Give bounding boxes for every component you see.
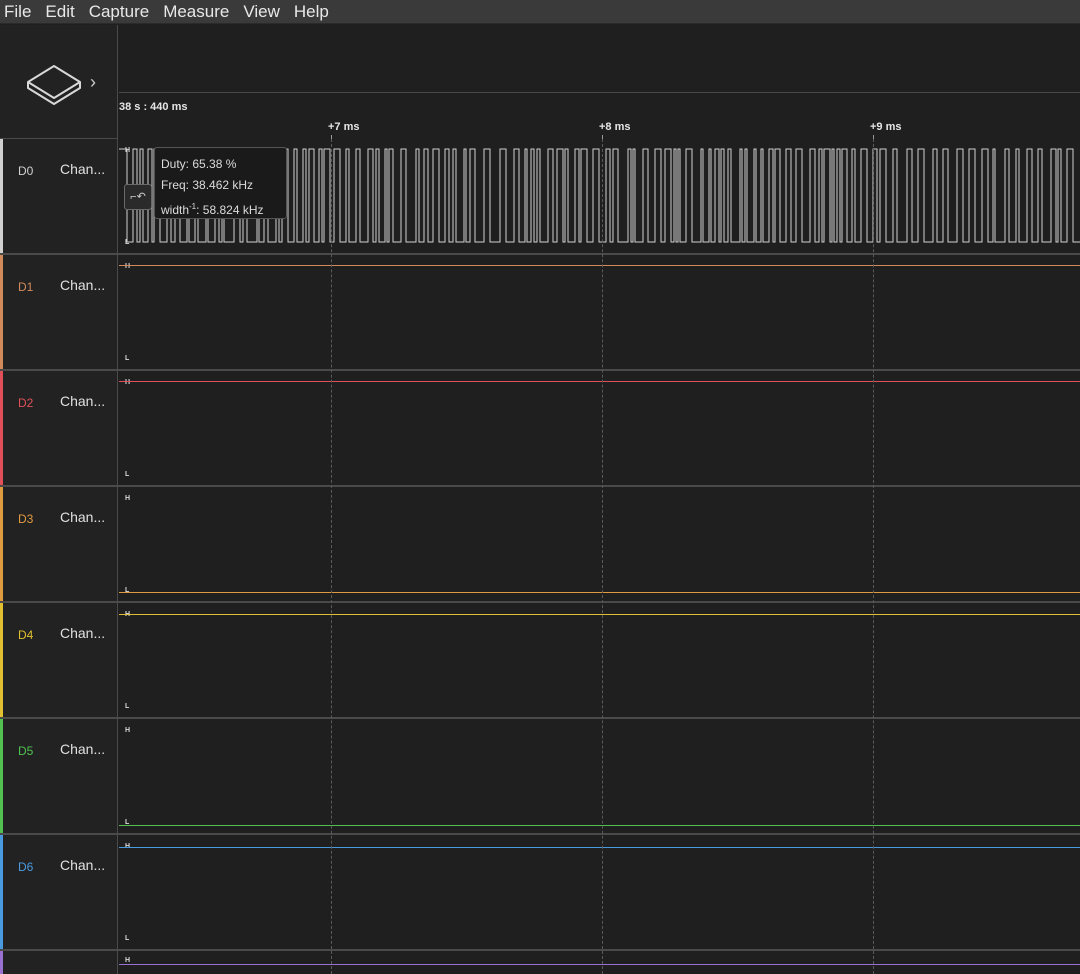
level-low-marker: L xyxy=(125,935,130,942)
time-origin-label: 38 s : 440 ms xyxy=(119,101,188,113)
d6-signal-line xyxy=(119,847,1080,848)
menu-edit[interactable]: Edit xyxy=(45,0,81,24)
menu-capture[interactable]: Capture xyxy=(89,0,156,24)
menu-file[interactable]: File xyxy=(4,0,38,24)
menu-bar: File Edit Capture Measure View Help xyxy=(0,0,1080,24)
channel-row-d3[interactable]: D3 Chan... H L xyxy=(0,487,1080,603)
channel-name[interactable]: Chan... xyxy=(60,277,105,293)
grid-line xyxy=(602,139,603,974)
tick-label: +9 ms xyxy=(870,121,902,133)
width-value: : 58.824 kHz xyxy=(196,203,264,217)
d3-signal-line xyxy=(119,592,1080,593)
d4-signal-line xyxy=(119,614,1080,615)
menu-help[interactable]: Help xyxy=(294,0,336,24)
width-readout: width-1: 58.824 kHz xyxy=(161,196,280,221)
level-low-marker: L xyxy=(125,471,130,478)
d1-signal-line xyxy=(119,265,1080,266)
menu-measure[interactable]: Measure xyxy=(163,0,236,24)
channel-name[interactable]: Chan... xyxy=(60,625,105,641)
d2-signal-line xyxy=(119,381,1080,382)
level-low-marker: L xyxy=(125,703,130,710)
grid-line xyxy=(873,139,874,974)
channel-row-d5[interactable]: D5 Chan... H L xyxy=(0,719,1080,835)
expand-chevron-icon[interactable]: › xyxy=(90,72,96,93)
level-high-marker: H xyxy=(125,957,131,964)
menu-view[interactable]: View xyxy=(243,0,287,24)
tick-label: +7 ms xyxy=(328,121,360,133)
channel-id: D5 xyxy=(18,744,34,758)
channel-id: D2 xyxy=(18,396,34,410)
channel-color-stripe xyxy=(0,719,3,833)
channel-name[interactable]: Chan... xyxy=(60,857,105,873)
channel-name[interactable]: Chan... xyxy=(60,161,105,177)
level-low-marker: L xyxy=(125,355,130,362)
grid-line xyxy=(331,139,332,974)
channel-row-d1[interactable]: D1 Chan... H L xyxy=(0,255,1080,371)
channel-row-d4[interactable]: D4 Chan... H L xyxy=(0,603,1080,719)
channel-color-stripe xyxy=(0,487,3,601)
channel-color-stripe xyxy=(0,951,3,974)
channel-id: D4 xyxy=(18,628,34,642)
channel-row-d6[interactable]: D6 Chan... H L xyxy=(0,835,1080,951)
tick-label: +8 ms xyxy=(599,121,631,133)
measurement-tooltip: Duty: 65.38 % Freq: 38.462 kHz width-1: … xyxy=(154,147,287,219)
device-logo-area[interactable]: › xyxy=(0,25,118,139)
channel-row-d7[interactable]: H xyxy=(0,951,1080,974)
channel-name[interactable]: Chan... xyxy=(60,509,105,525)
channel-color-stripe xyxy=(0,255,3,369)
duty-readout: Duty: 65.38 % xyxy=(161,157,237,171)
channel-id: D1 xyxy=(18,280,34,294)
channel-color-stripe xyxy=(0,835,3,949)
time-ruler[interactable]: 38 s : 440 ms +7 ms +8 ms +9 ms xyxy=(119,25,1080,139)
freq-readout: Freq: 38.462 kHz xyxy=(161,178,254,192)
width-label: width xyxy=(161,203,190,217)
channel-id: D6 xyxy=(18,860,34,874)
channel-row-d2[interactable]: D2 Chan... H L xyxy=(0,371,1080,487)
device-icon xyxy=(27,65,81,105)
channel-id: D3 xyxy=(18,512,34,526)
measure-icon[interactable]: ⌐↶ xyxy=(124,184,152,210)
ruler-divider xyxy=(119,92,1080,93)
level-high-marker: H xyxy=(125,727,131,734)
channel-name[interactable]: Chan... xyxy=(60,393,105,409)
channel-id: D0 xyxy=(18,164,34,178)
d5-signal-line xyxy=(119,825,1080,826)
channel-color-stripe xyxy=(0,603,3,717)
d7-signal-line xyxy=(119,964,1080,965)
level-high-marker: H xyxy=(125,495,131,502)
channel-color-stripe xyxy=(0,139,3,253)
channel-name[interactable]: Chan... xyxy=(60,741,105,757)
channel-color-stripe xyxy=(0,371,3,485)
